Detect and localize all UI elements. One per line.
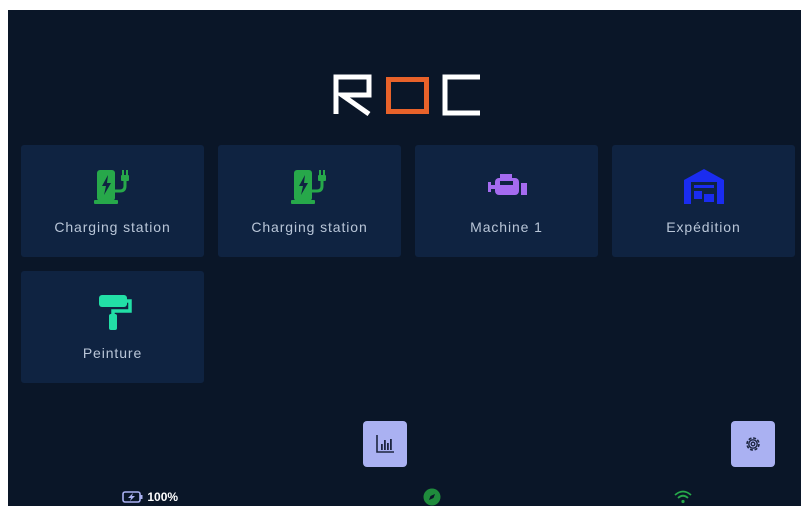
tile-label: Charging station — [54, 219, 171, 235]
tile-expedition[interactable]: Expédition — [612, 145, 795, 257]
compass-icon — [423, 488, 441, 506]
wifi-icon — [674, 490, 692, 504]
battery-charging-icon — [122, 491, 143, 503]
tile-label: Expédition — [666, 219, 741, 235]
gear-icon — [746, 437, 760, 451]
tile-peinture[interactable]: Peinture — [21, 271, 204, 383]
settings-button[interactable] — [731, 421, 775, 467]
charging-station-icon — [93, 170, 129, 204]
tile-label: Charging station — [251, 219, 368, 235]
tile-charging-station-2[interactable]: Charging station — [218, 145, 401, 257]
engine-icon — [487, 174, 527, 195]
tile-label: Peinture — [82, 345, 143, 361]
warehouse-icon — [683, 169, 724, 204]
stats-button[interactable] — [363, 421, 407, 467]
tile-charging-station-1[interactable]: Charging station — [21, 145, 204, 257]
app-screen: Charging station Charging station Machin… — [8, 10, 801, 506]
battery-status: 100% — [122, 490, 178, 504]
bar-chart-icon — [376, 435, 394, 453]
charging-station-icon — [290, 170, 326, 204]
tile-machine-1[interactable]: Machine 1 — [415, 145, 598, 257]
tile-label: Machine 1 — [470, 219, 543, 235]
paint-roller-icon — [98, 295, 132, 330]
roc-logo — [333, 74, 480, 116]
battery-level: 100% — [147, 490, 179, 504]
